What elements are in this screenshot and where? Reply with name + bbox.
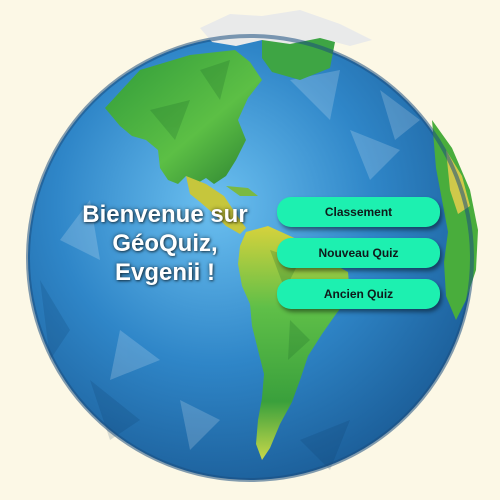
home-screen: Bienvenue sur GéoQuiz, Evgenii ! Classem…	[0, 0, 500, 500]
welcome-line-2: GéoQuiz,	[112, 230, 218, 257]
leaderboard-button[interactable]: Classement	[277, 197, 440, 227]
welcome-message: Bienvenue sur GéoQuiz, Evgenii !	[40, 200, 290, 287]
welcome-line-1: Bienvenue sur	[82, 201, 248, 228]
welcome-line-3: Evgenii !	[114, 259, 216, 286]
old-quiz-button[interactable]: Ancien Quiz	[277, 279, 440, 309]
new-quiz-button[interactable]: Nouveau Quiz	[277, 238, 440, 268]
